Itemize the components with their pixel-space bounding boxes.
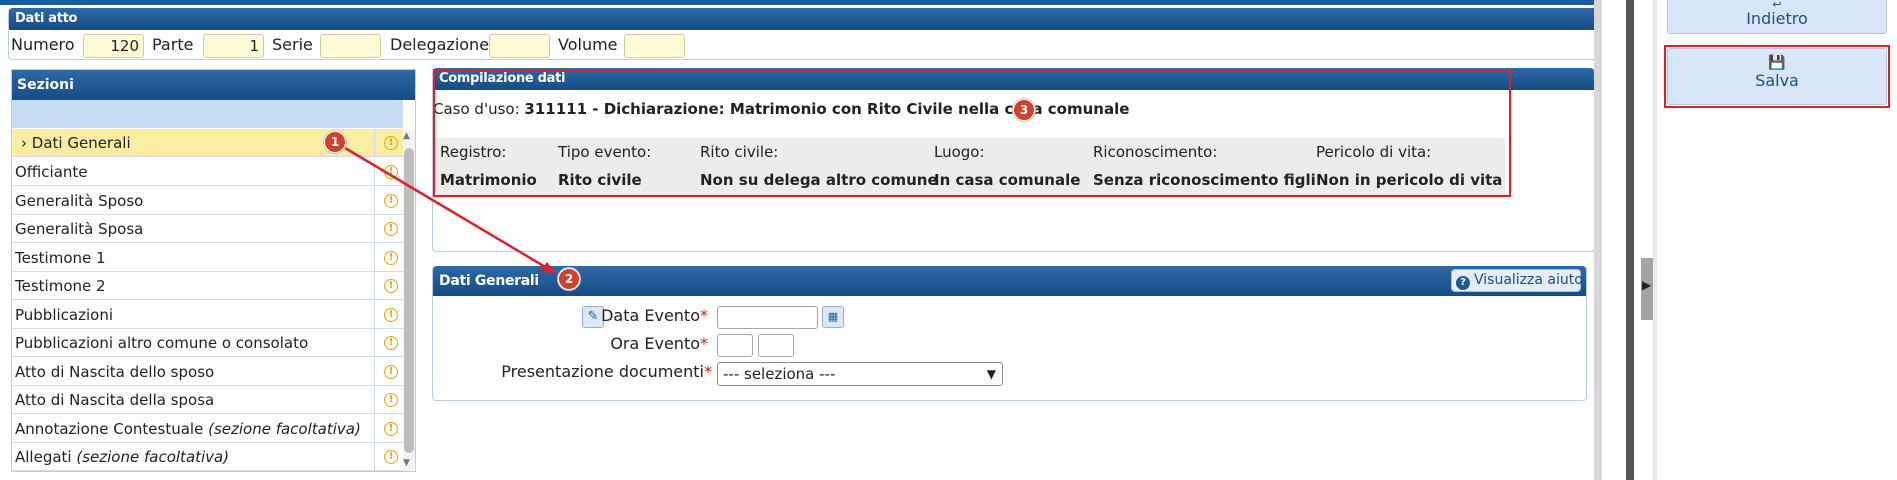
annotation-badge-1: 1 [324, 131, 346, 153]
annotation-arrow [344, 146, 556, 273]
annotation-badge-3: 3 [1013, 99, 1035, 121]
annotation-badge-2: 2 [558, 268, 580, 290]
